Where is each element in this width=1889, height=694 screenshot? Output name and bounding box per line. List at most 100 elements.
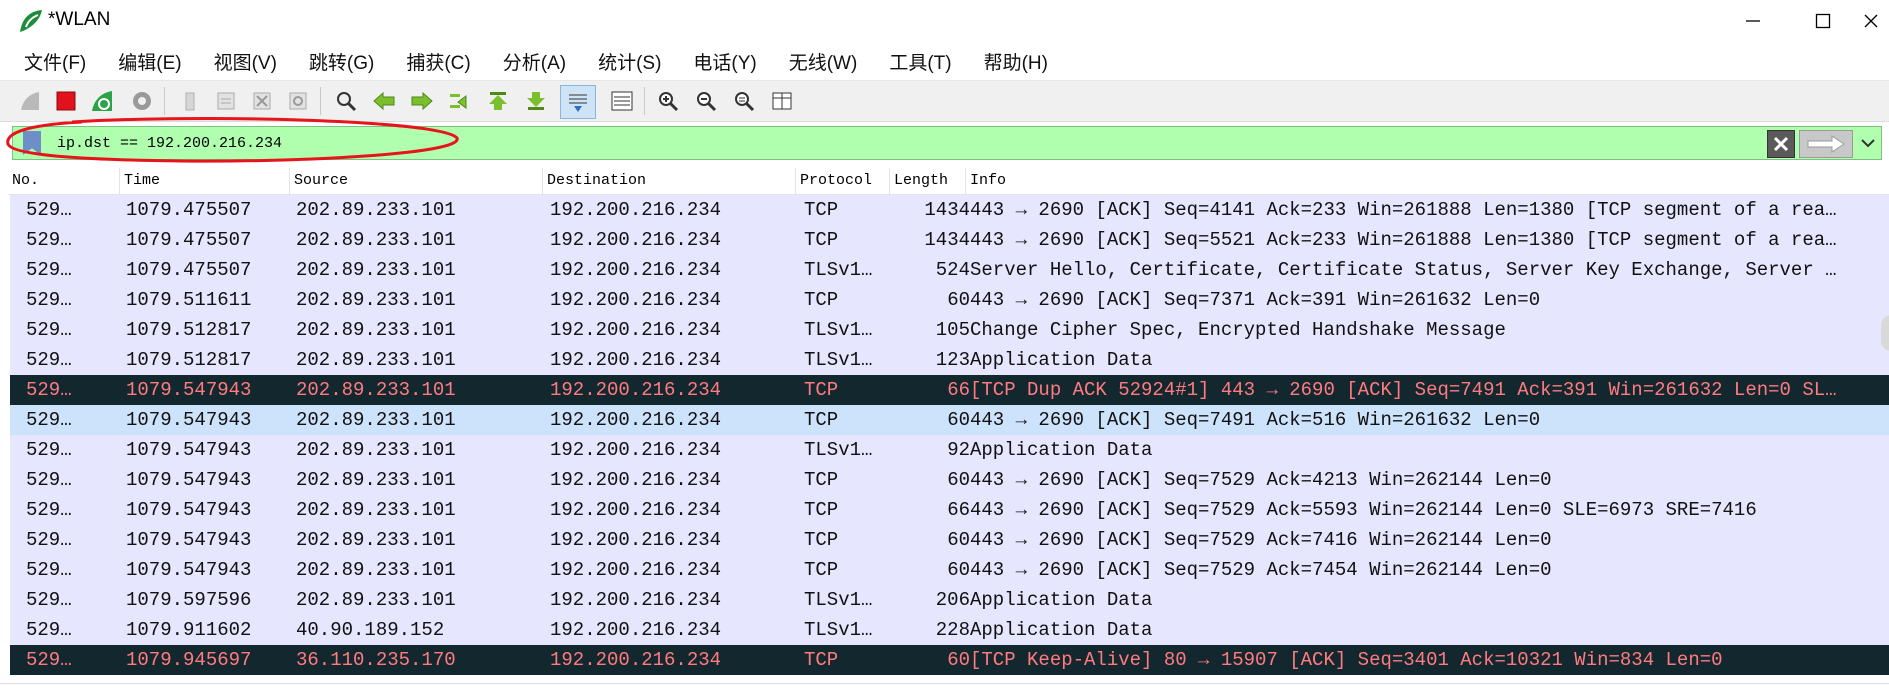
cell-protocol: TCP xyxy=(804,379,839,401)
menu-help[interactable]: 帮助(H) xyxy=(972,48,1060,75)
maximize-button[interactable] xyxy=(1793,0,1853,42)
close-button[interactable] xyxy=(1853,0,1889,42)
zoom-out-button[interactable] xyxy=(692,87,720,115)
bookmark-icon[interactable] xyxy=(23,131,41,155)
column-time[interactable]: Time xyxy=(120,168,290,194)
packet-row[interactable]: 529… 1079.512817 202.89.233.101 192.200.216… xyxy=(10,315,1889,345)
arrow-right-icon xyxy=(1807,135,1845,153)
clear-filter-button[interactable] xyxy=(1767,130,1795,158)
display-filter-input[interactable] xyxy=(53,127,1761,159)
go-to-packet-button[interactable] xyxy=(446,87,474,115)
packet-row[interactable]: 529… 1079.475507 202.89.233.101 192.200.216… xyxy=(10,195,1889,225)
packet-row[interactable]: 529… 1079.512817 202.89.233.101 192.200.216… xyxy=(10,345,1889,375)
packet-row[interactable]: 529… 1079.511611 202.89.233.101 192.200.216… xyxy=(10,285,1889,315)
autoscroll-icon xyxy=(569,94,587,112)
packet-row[interactable]: 529… 1079.911602 40.90.189.152 192.200.216.… xyxy=(10,615,1889,645)
minimize-icon xyxy=(1746,20,1760,22)
cell-no: 529… xyxy=(26,499,72,521)
last-packet-button[interactable] xyxy=(522,87,550,115)
capture-options-button[interactable] xyxy=(128,87,156,115)
menu-statistics[interactable]: 统计(S) xyxy=(586,48,681,75)
close-file-button[interactable] xyxy=(248,87,276,115)
column-protocol[interactable]: Protocol xyxy=(796,168,890,194)
column-source[interactable]: Source xyxy=(290,168,543,194)
cell-length: 92 xyxy=(947,439,970,461)
cell-source: 202.89.233.101 xyxy=(296,589,456,611)
menu-telephony[interactable]: 电话(Y) xyxy=(681,48,776,75)
normal-size-button[interactable] xyxy=(730,87,758,115)
packet-row[interactable]: 529… 1079.475507 202.89.233.101 192.200.216… xyxy=(10,255,1889,285)
cell-protocol: TCP xyxy=(804,199,839,221)
cell-time: 1079.547943 xyxy=(126,379,252,401)
cell-time: 1079.945697 xyxy=(126,649,252,671)
start-capture-button[interactable] xyxy=(16,87,44,115)
cell-no: 529… xyxy=(26,469,72,491)
reload-file-button[interactable] xyxy=(284,87,312,115)
minimize-button[interactable] xyxy=(1723,0,1783,42)
cell-destination: 192.200.216.234 xyxy=(550,469,722,491)
zoom-in-button[interactable] xyxy=(654,87,682,115)
menu-view[interactable]: 视图(V) xyxy=(202,48,297,75)
autoscroll-button[interactable] xyxy=(560,85,596,119)
cell-info: [TCP Dup ACK 52924#1] 443 → 2690 [ACK] S… xyxy=(970,379,1837,401)
normal-size-icon xyxy=(735,92,755,112)
column-length[interactable]: Length xyxy=(890,168,966,194)
go-forward-button[interactable] xyxy=(408,87,436,115)
cell-protocol: TCP xyxy=(804,229,839,251)
packet-row[interactable]: 529… 1079.547943 202.89.233.101 192.200.216… xyxy=(10,375,1889,405)
cell-source: 202.89.233.101 xyxy=(296,229,456,251)
packet-row[interactable]: 529… 1079.547943 202.89.233.101 192.200.216… xyxy=(10,405,1889,435)
filter-history-dropdown[interactable] xyxy=(1857,130,1879,156)
cell-destination: 192.200.216.234 xyxy=(550,439,722,461)
scrollbar-thumb[interactable] xyxy=(1881,315,1889,351)
packet-row[interactable]: 529… 1079.547943 202.89.233.101 192.200.216… xyxy=(10,435,1889,465)
cell-protocol: TCP xyxy=(804,469,839,491)
menu-go[interactable]: 跳转(G) xyxy=(297,48,394,75)
menu-edit[interactable]: 编辑(E) xyxy=(106,48,201,75)
menu-file[interactable]: 文件(F) xyxy=(0,48,106,75)
menu-tools[interactable]: 工具(T) xyxy=(877,48,971,75)
menu-analyze[interactable]: 分析(A) xyxy=(491,48,586,75)
cell-length: 206 xyxy=(935,589,970,611)
packet-row[interactable]: 529… 1079.945697 36.110.235.170 192.200.216… xyxy=(10,645,1889,675)
save-file-button[interactable] xyxy=(212,87,240,115)
column-info[interactable]: Info xyxy=(966,168,1889,194)
column-no[interactable]: No. xyxy=(8,168,120,194)
cell-destination: 192.200.216.234 xyxy=(550,349,722,371)
apply-filter-button[interactable] xyxy=(1799,130,1853,158)
column-destination[interactable]: Destination xyxy=(543,168,796,194)
cell-time: 1079.547943 xyxy=(126,559,252,581)
colorize-button[interactable] xyxy=(608,87,636,115)
maximize-icon xyxy=(1815,13,1831,29)
cell-protocol: TCP xyxy=(804,499,839,521)
cell-info: Change Cipher Spec, Encrypted Handshake … xyxy=(970,319,1506,341)
cell-source: 202.89.233.101 xyxy=(296,349,456,371)
stop-capture-button[interactable] xyxy=(52,87,80,115)
packet-row[interactable]: 529… 1079.547943 202.89.233.101 192.200.216… xyxy=(10,465,1889,495)
go-back-button[interactable] xyxy=(370,87,398,115)
capture-options-icon xyxy=(133,92,151,110)
find-packet-button[interactable] xyxy=(332,87,360,115)
cell-no: 529… xyxy=(26,619,72,641)
cell-info: Application Data xyxy=(970,589,1153,611)
cell-time: 1079.547943 xyxy=(126,439,252,461)
cell-info: 443 → 2690 [ACK] Seq=7371 Ack=391 Win=26… xyxy=(970,289,1541,311)
cell-time: 1079.512817 xyxy=(126,349,252,371)
first-packet-button[interactable] xyxy=(484,87,512,115)
menu-capture[interactable]: 捕获(C) xyxy=(394,48,490,75)
packet-row[interactable]: 529… 1079.475507 202.89.233.101 192.200.216… xyxy=(10,225,1889,255)
cell-no: 529… xyxy=(26,229,72,251)
restart-capture-button[interactable] xyxy=(88,87,116,115)
packet-row[interactable]: 529… 1079.547943 202.89.233.101 192.200.216… xyxy=(10,525,1889,555)
open-file-button[interactable] xyxy=(176,87,204,115)
packet-row[interactable]: 529… 1079.597596 202.89.233.101 192.200.216… xyxy=(10,585,1889,615)
main-toolbar xyxy=(0,80,1889,122)
packet-row[interactable]: 529… 1079.547943 202.89.233.101 192.200.216… xyxy=(10,495,1889,525)
cell-destination: 192.200.216.234 xyxy=(550,409,722,431)
resize-columns-button[interactable] xyxy=(768,87,796,115)
cell-no: 529… xyxy=(26,379,72,401)
cell-no: 529… xyxy=(26,439,72,461)
menu-wireless[interactable]: 无线(W) xyxy=(777,48,878,75)
packet-row[interactable]: 529… 1079.547943 202.89.233.101 192.200.216… xyxy=(10,555,1889,585)
toolbar-separator xyxy=(644,87,645,115)
